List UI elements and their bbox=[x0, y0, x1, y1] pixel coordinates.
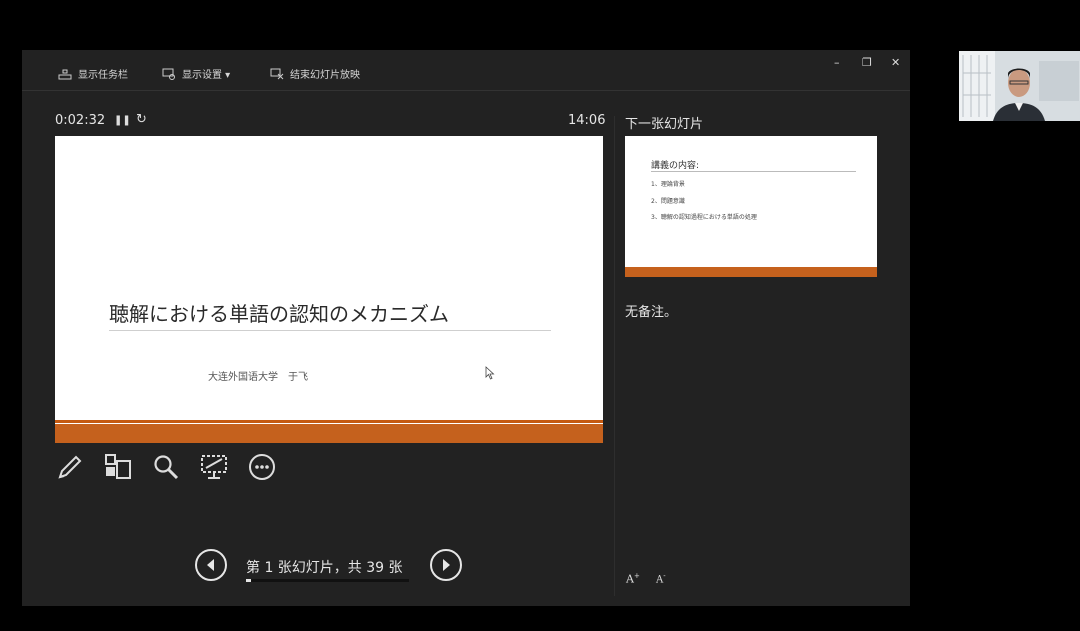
end-slideshow-button[interactable]: 结束幻灯片放映 bbox=[270, 66, 360, 81]
next-slide-button[interactable] bbox=[430, 549, 462, 581]
current-time: 14:06 bbox=[568, 113, 606, 128]
next-arrow-icon bbox=[443, 559, 450, 571]
pause-timer-icon[interactable]: ❚❚ bbox=[114, 115, 131, 126]
next-slide-item: 1、理論背景 bbox=[651, 181, 685, 188]
display-settings-button[interactable]: 显示设置 ▾ bbox=[162, 66, 230, 81]
presenter-video-frame bbox=[959, 51, 1080, 121]
previous-arrow-icon bbox=[207, 559, 214, 571]
display-settings-icon bbox=[162, 68, 175, 80]
next-slide-accent-bar bbox=[625, 267, 877, 277]
slide-title: 聴解における単語の認知のメカニズム bbox=[109, 302, 449, 326]
next-slide-item: 2、問題意識 bbox=[651, 198, 685, 205]
presenter-window: 显示任务栏 显示设置 ▾ 结束幻灯片放映 – ❐ ✕ 0:02:32 ❚❚ ↻ … bbox=[22, 50, 910, 606]
end-slideshow-icon bbox=[270, 68, 284, 79]
restart-timer-icon[interactable]: ↻ bbox=[136, 112, 147, 127]
more-icon[interactable] bbox=[247, 452, 277, 482]
presenter-tools bbox=[55, 452, 277, 482]
next-slide-item: 3、聴解の認知過程における単語の処理 bbox=[651, 214, 757, 221]
next-slide-thumbnail[interactable]: 講義の内容: 1、理論背景 2、問題意識 3、聴解の認知過程における単語の処理 bbox=[625, 136, 877, 277]
next-slide-title: 講義の内容: bbox=[651, 161, 700, 171]
taskbar-icon bbox=[58, 69, 72, 79]
next-slide-title-underline bbox=[651, 171, 856, 172]
webcam-video bbox=[959, 51, 1080, 121]
previous-slide-button[interactable] bbox=[195, 549, 227, 581]
slide-counter[interactable]: 第 1 张幻灯片，共 39 张 bbox=[246, 557, 403, 577]
slide-progress-bar bbox=[246, 579, 409, 582]
top-toolbar: 显示任务栏 显示设置 ▾ 结束幻灯片放映 – ❐ ✕ bbox=[22, 50, 910, 91]
screen-icon[interactable] bbox=[199, 452, 229, 482]
slide-accent-bar bbox=[55, 424, 603, 443]
slide-progress-fill bbox=[246, 579, 251, 582]
show-taskbar-button[interactable]: 显示任务栏 bbox=[58, 66, 128, 81]
next-slide-heading: 下一张幻灯片 bbox=[625, 117, 704, 132]
increase-font-button[interactable]: A+ bbox=[626, 572, 640, 586]
slide-subtitle: 大连外国语大学 于飞 bbox=[208, 372, 308, 383]
pen-icon[interactable] bbox=[55, 452, 85, 482]
mouse-cursor-icon bbox=[485, 366, 495, 380]
decrease-font-button[interactable]: A- bbox=[656, 572, 666, 585]
show-taskbar-label: 显示任务栏 bbox=[78, 70, 128, 81]
speaker-notes[interactable]: 无备注。 bbox=[625, 301, 677, 320]
slides-grid-icon[interactable] bbox=[103, 452, 133, 482]
slide-accent-line bbox=[55, 420, 603, 423]
elapsed-timer: 0:02:32 bbox=[55, 113, 106, 128]
slide-title-underline bbox=[109, 330, 551, 331]
current-slide[interactable]: 聴解における単語の認知のメカニズム 大连外国语大学 于飞 bbox=[55, 136, 603, 443]
end-slideshow-label: 结束幻灯片放映 bbox=[290, 70, 360, 81]
display-settings-label: 显示设置 ▾ bbox=[182, 70, 231, 81]
zoom-icon[interactable] bbox=[151, 452, 181, 482]
restore-button[interactable]: ❐ bbox=[862, 56, 872, 69]
minimize-button[interactable]: – bbox=[834, 56, 840, 69]
pane-divider[interactable] bbox=[614, 116, 615, 596]
close-button[interactable]: ✕ bbox=[891, 56, 900, 69]
slide-navigation: 第 1 张幻灯片，共 39 张 bbox=[192, 549, 466, 589]
